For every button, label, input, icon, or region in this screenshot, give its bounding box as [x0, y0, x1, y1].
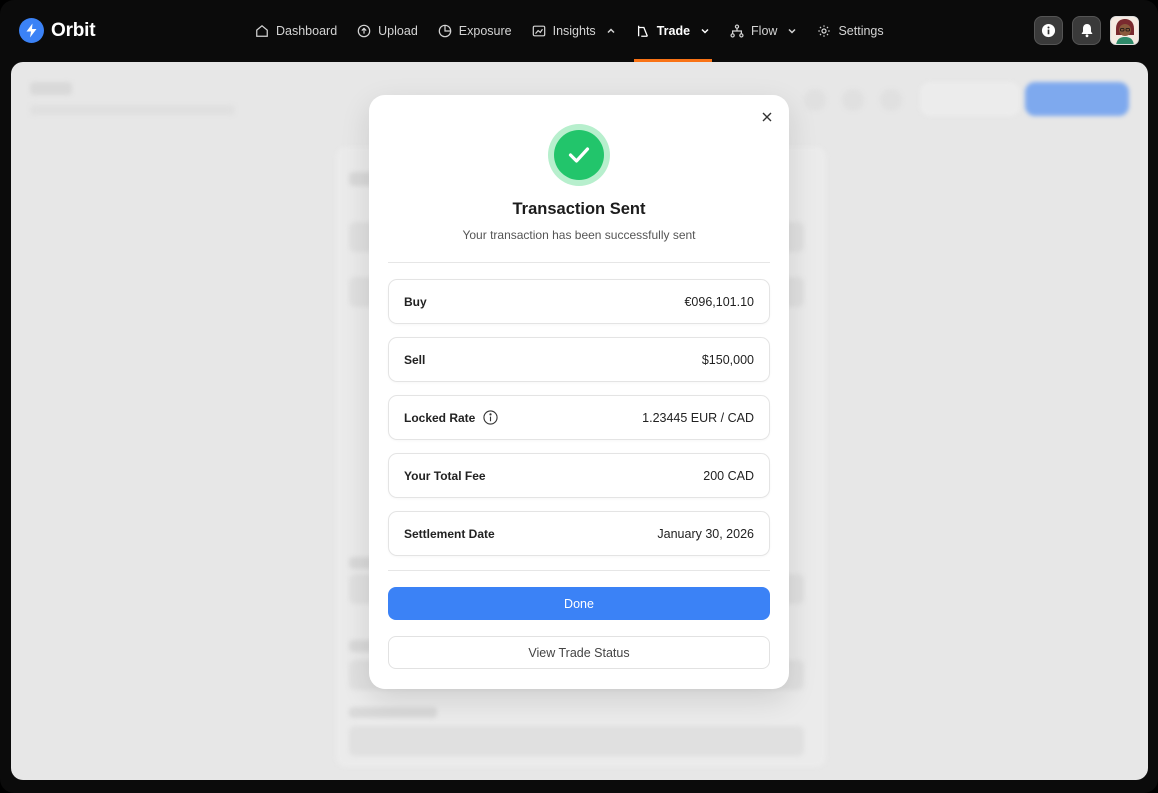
modal-title: Transaction Sent [512, 200, 646, 218]
nav-item-exposure[interactable]: Exposure [438, 0, 512, 62]
nav-label: Insights [552, 24, 596, 38]
info-icon [1041, 23, 1056, 38]
blurred-button [920, 82, 1020, 116]
chevron-down-icon [788, 28, 796, 34]
nav-item-flow[interactable]: Flow [730, 0, 797, 62]
blurred-page-title [30, 82, 72, 95]
divider [388, 570, 770, 571]
row-value: 200 CAD [703, 468, 754, 483]
success-badge [548, 124, 610, 186]
avatar-illustration-icon [1111, 17, 1138, 44]
nav-label: Flow [751, 24, 778, 38]
transaction-sent-modal: Transaction Sent Your transaction has be… [369, 95, 789, 689]
blurred-icon [880, 89, 902, 111]
pie-chart-icon [438, 24, 452, 38]
blurred-field [349, 726, 804, 756]
gear-icon [818, 25, 831, 37]
row-value: 1.23445 EUR / CAD [642, 410, 754, 425]
nav-item-upload[interactable]: Upload [357, 0, 418, 62]
row-label: Sell [404, 352, 426, 367]
blurred-text [349, 707, 437, 718]
nav-label: Trade [656, 24, 691, 38]
upload-icon [357, 24, 371, 38]
check-icon [568, 147, 590, 163]
nav-item-trade[interactable]: Trade [633, 0, 713, 62]
nav-label: Exposure [458, 24, 512, 38]
user-avatar[interactable] [1110, 16, 1139, 45]
blurred-icon [804, 89, 826, 111]
main-nav: Dashboard Upload Exposure Insights Trade [255, 0, 904, 62]
row-label-group: Locked Rate [404, 410, 498, 425]
summary-row-settlement-date: Settlement Date January 30, 2026 [388, 511, 770, 556]
nav-item-settings[interactable]: Settings [817, 0, 884, 62]
nav-item-dashboard[interactable]: Dashboard [255, 0, 337, 62]
chevron-up-icon [607, 28, 615, 34]
nav-item-insights[interactable]: Insights [532, 0, 616, 62]
row-value: January 30, 2026 [657, 526, 754, 541]
blurred-page-subtitle [30, 105, 235, 115]
bell-icon [1081, 24, 1092, 38]
summary-row-total-fee: Your Total Fee 200 CAD [388, 453, 770, 498]
close-icon [762, 112, 772, 122]
app-window: Orbit Dashboard Upload Exposure Insights [0, 0, 1158, 793]
nav-label: Upload [378, 24, 418, 38]
bolt-logo-icon [19, 18, 44, 43]
flow-icon [730, 24, 744, 38]
top-actions [1034, 16, 1139, 45]
blurred-primary-button [1025, 82, 1129, 116]
row-label: Buy [404, 294, 427, 309]
summary-row-sell: Sell $150,000 [388, 337, 770, 382]
row-label: Settlement Date [404, 526, 495, 541]
divider [388, 262, 770, 263]
summary-row-buy: Buy €096,101.10 [388, 279, 770, 324]
nav-label: Settings [838, 24, 884, 38]
done-button[interactable]: Done [388, 587, 770, 620]
image-chart-icon [532, 25, 545, 37]
brand[interactable]: Orbit [19, 18, 96, 43]
top-navigation: Orbit Dashboard Upload Exposure Insights [0, 0, 1158, 62]
blurred-icon [842, 89, 864, 111]
row-value: $150,000 [701, 352, 754, 367]
close-button[interactable] [759, 109, 775, 125]
nav-label: Dashboard [276, 24, 338, 38]
summary-row-locked-rate: Locked Rate 1.23445 EUR / CAD [388, 395, 770, 440]
row-value: €096,101.10 [684, 294, 754, 309]
row-label: Your Total Fee [404, 468, 486, 483]
view-trade-status-button[interactable]: View Trade Status [388, 636, 770, 669]
row-label: Locked Rate [404, 410, 476, 425]
info-circle-icon[interactable] [483, 410, 498, 425]
notifications-button[interactable] [1072, 16, 1101, 45]
chevron-down-icon [701, 28, 709, 34]
brand-name: Orbit [51, 19, 96, 41]
trade-icon [637, 25, 648, 37]
home-icon [256, 24, 268, 37]
modal-subtitle: Your transaction has been successfully s… [462, 228, 696, 242]
info-button[interactable] [1034, 16, 1063, 45]
